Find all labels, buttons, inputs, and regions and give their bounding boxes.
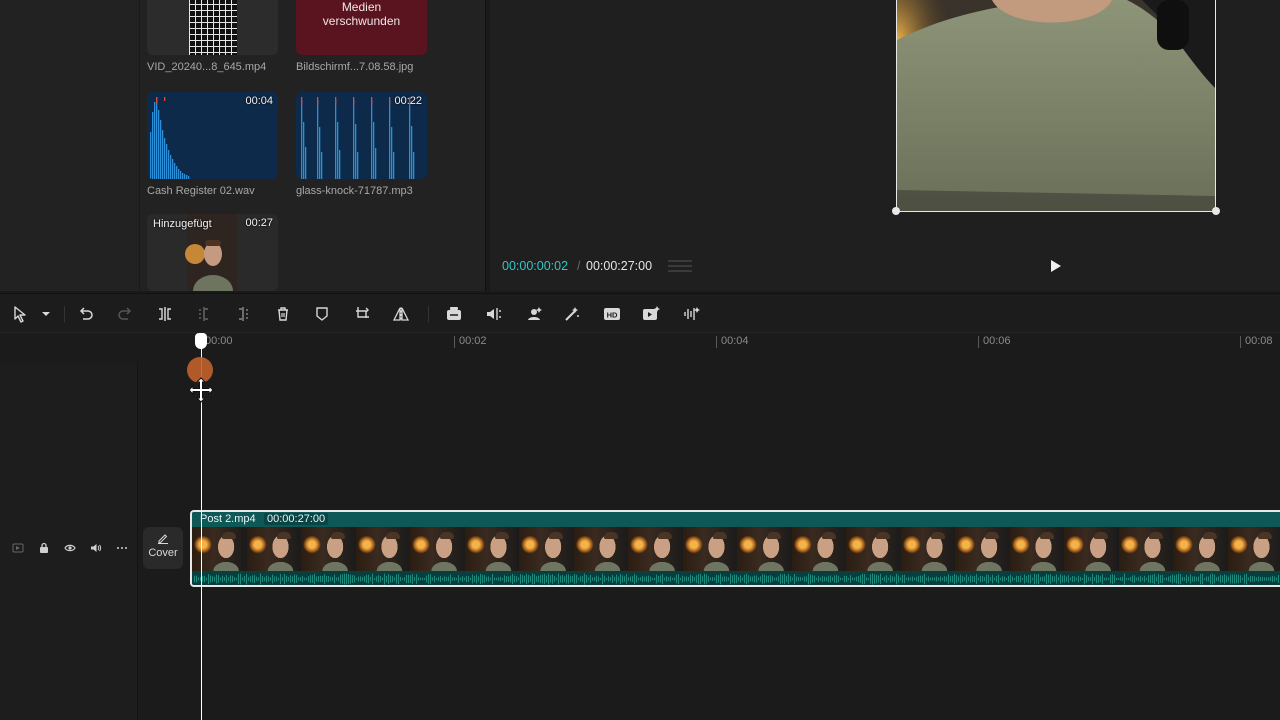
redo-icon[interactable] [115, 304, 135, 324]
media-filename: glass-knock-71787.mp3 [296, 185, 413, 197]
move-cursor-icon [188, 377, 214, 403]
player-panel: 00:00:00:02 / 00:00:27:00 [490, 0, 1280, 291]
missing-media-label: Medien verschwunden [322, 0, 401, 28]
media-filename: VID_20240...8_645.mp4 [147, 61, 267, 73]
edit-pencil-icon [158, 534, 168, 544]
time-ruler[interactable]: 00:00 00:02 00:04 00:06 00:08 [0, 333, 1280, 353]
video-clip[interactable]: Post 2.mp4 00:00:27:00 [190, 510, 1280, 587]
more-options-icon[interactable] [116, 542, 128, 554]
delete-icon[interactable] [273, 304, 293, 324]
media-panel: VID_20240...8_645.mp4 Medien verschwunde… [0, 0, 486, 291]
added-badge: Hinzugefügt [153, 218, 212, 230]
timecode-separator: / [577, 259, 581, 273]
video-editor-window: VID_20240...8_645.mp4 Medien verschwunde… [0, 0, 1280, 720]
ruler-tick-label: 00:02 [454, 336, 487, 348]
clip-name: Post 2.mp4 [200, 513, 256, 525]
media-thumbnail-audio: 00:04 [147, 92, 278, 179]
media-thumbnail [147, 0, 278, 55]
play-icon[interactable] [1048, 257, 1064, 275]
grid-thumbnail-image [189, 0, 237, 55]
clip-duration: 00:00:27:00 [264, 513, 329, 525]
lock-icon[interactable] [38, 542, 50, 554]
media-item-cash-register[interactable]: 00:04 Cash Register 02.wav [147, 92, 278, 197]
magic-icon[interactable] [562, 304, 582, 324]
clip-audio-waveform [192, 571, 1280, 585]
eye-icon[interactable] [64, 542, 76, 554]
clip-thumbnail-strip [192, 527, 1280, 571]
media-item-vid[interactable]: VID_20240...8_645.mp4 [147, 0, 278, 73]
ruler-tick-label: 00:08 [1240, 336, 1273, 348]
media-thumbnail-video: Hinzugefügt 00:27 [147, 214, 278, 291]
toolbar-divider [428, 306, 429, 322]
preview-resize-handle[interactable] [1212, 207, 1220, 215]
timeline-toolbar: HD [0, 293, 1280, 333]
crop-icon[interactable] [352, 304, 372, 324]
split-left-icon[interactable] [194, 304, 214, 324]
media-item-added-video[interactable]: Hinzugefügt 00:27 [147, 214, 278, 291]
media-category-strip [0, 0, 140, 291]
frame-rate-icon[interactable] [668, 258, 692, 274]
auto-reframe-icon[interactable] [524, 304, 544, 324]
audio-split-icon[interactable] [484, 304, 504, 324]
total-timecode: 00:00:27:00 [586, 259, 653, 273]
media-thumbnail-missing: Medien verschwunden [296, 0, 427, 55]
media-item-bildschirm[interactable]: Medien verschwunden Bildschirmf...7.08.5… [296, 0, 427, 73]
chevron-down-icon[interactable] [36, 304, 52, 324]
freeze-icon[interactable] [444, 304, 464, 324]
svg-text:HD: HD [607, 311, 618, 320]
media-duration: 00:27 [245, 217, 273, 229]
hd-icon[interactable]: HD [602, 304, 622, 324]
voice-icon[interactable] [681, 304, 701, 324]
playhead-handle[interactable] [195, 333, 207, 349]
media-thumbnail-audio: 00:22 [296, 92, 427, 179]
preview-resize-handle[interactable] [892, 207, 900, 215]
toolbar-divider [64, 306, 65, 322]
video-effect-icon[interactable] [641, 304, 661, 324]
cover-label: Cover [148, 547, 178, 559]
current-timecode: 00:00:00:02 [502, 259, 569, 273]
timeline[interactable]: 00:00 00:02 00:04 00:06 00:08 Cover Post… [0, 333, 1280, 720]
track-toggle-icon[interactable] [12, 542, 24, 554]
split-icon[interactable] [155, 304, 175, 324]
speaker-icon[interactable] [90, 542, 102, 554]
split-right-icon[interactable] [233, 304, 253, 324]
video-preview[interactable] [896, 0, 1216, 212]
marker-icon[interactable] [312, 304, 332, 324]
cover-button[interactable]: Cover [143, 527, 183, 569]
ruler-tick-label: 00:06 [978, 336, 1011, 348]
media-filename: Bildschirmf...7.08.58.jpg [296, 61, 414, 73]
mirror-icon[interactable] [391, 304, 411, 324]
media-item-glass-knock[interactable]: 00:22 glass-knock-71787.mp3 [296, 92, 427, 197]
media-duration: 00:04 [245, 95, 273, 107]
media-duration: 00:22 [394, 95, 422, 107]
undo-icon[interactable] [76, 304, 96, 324]
ruler-tick-label: 00:04 [716, 336, 749, 348]
media-filename: Cash Register 02.wav [147, 185, 255, 197]
clip-header: Post 2.mp4 00:00:27:00 [192, 512, 1280, 527]
preview-frame-image [897, 0, 1215, 211]
select-tool-icon[interactable] [10, 304, 30, 324]
